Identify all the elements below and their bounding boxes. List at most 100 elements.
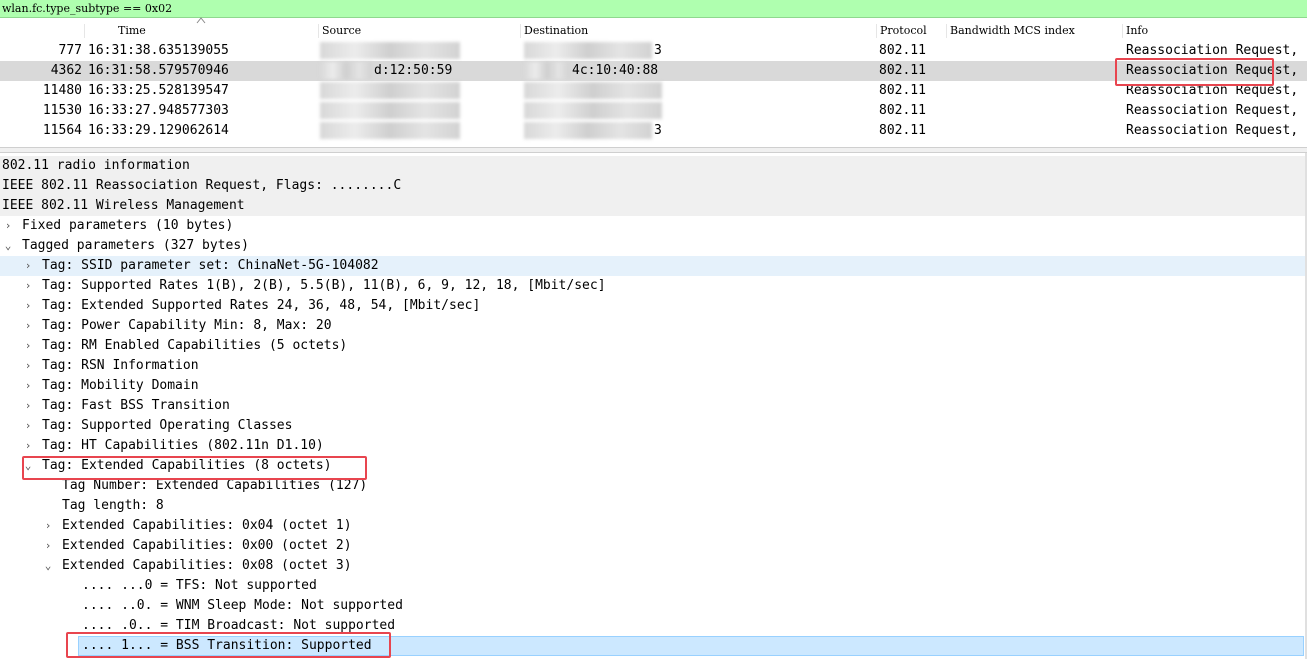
chevron-right-icon[interactable]: ›: [23, 396, 33, 416]
tree-item-rsn-info[interactable]: › Tag: RSN Information: [0, 356, 1305, 376]
tree-item-ext-supported-rates[interactable]: › Tag: Extended Supported Rates 24, 36, …: [0, 296, 1305, 316]
chevron-right-icon[interactable]: ›: [23, 376, 33, 396]
packet-source: d:12:50:59: [374, 63, 453, 78]
tree-item-label: Tag: Extended Supported Rates 24, 36, 48…: [42, 298, 481, 313]
tree-item-label: Extended Capabilities: 0x04 (octet 1): [62, 518, 352, 533]
chevron-right-icon[interactable]: ›: [23, 256, 33, 276]
tree-item-tag-number[interactable]: Tag Number: Extended Capabilities (127): [0, 476, 1305, 496]
packet-protocol: 802.11: [879, 103, 926, 118]
tree-item-bss-transition[interactable]: .... 1... = BSS Transition: Supported: [78, 636, 1304, 656]
tree-item-mobility-domain[interactable]: › Tag: Mobility Domain: [0, 376, 1305, 396]
tree-item-tagged-params[interactable]: ⌄ Tagged parameters (327 bytes): [0, 236, 1305, 256]
chevron-right-icon[interactable]: ›: [43, 516, 53, 536]
tree-item-radio-info[interactable]: 802.11 radio information: [0, 156, 1305, 176]
redacted-address: [320, 62, 372, 79]
tree-item-tfs[interactable]: .... ...0 = TFS: Not supported: [0, 576, 1305, 596]
tree-item-ext-cap-octet-3[interactable]: ⌄ Extended Capabilities: 0x08 (octet 3): [0, 556, 1305, 576]
packet-time: 16:33:29.129062614: [88, 123, 229, 138]
packet-info: Reassociation Request,: [1126, 123, 1299, 138]
tree-item-label: Tag Number: Extended Capabilities (127): [62, 478, 368, 493]
tree-item-label: Tag length: 8: [62, 498, 164, 513]
sort-ascending-icon[interactable]: [196, 16, 206, 24]
tree-item-rm-enabled[interactable]: › Tag: RM Enabled Capabilities (5 octets…: [0, 336, 1305, 356]
tree-item-label: .... .0.. = TIM Broadcast: Not supported: [82, 618, 396, 633]
tree-item-label: 802.11 radio information: [2, 158, 190, 173]
tree-item-wnm-sleep[interactable]: .... ..0. = WNM Sleep Mode: Not supporte…: [0, 596, 1305, 616]
chevron-right-icon[interactable]: ›: [23, 316, 33, 336]
chevron-down-icon[interactable]: ⌄: [43, 556, 53, 576]
chevron-down-icon[interactable]: ⌄: [3, 236, 13, 256]
tree-item-extended-capabilities[interactable]: ⌄ Tag: Extended Capabilities (8 octets): [0, 456, 1305, 476]
redacted-address: [320, 122, 460, 139]
tree-item-label: .... ..0. = WNM Sleep Mode: Not supporte…: [82, 598, 403, 613]
tree-item-wireless-management[interactable]: IEEE 802.11 Wireless Management: [0, 196, 1305, 216]
redacted-address: [524, 122, 652, 139]
redacted-address: [320, 42, 460, 59]
packet-protocol: 802.11: [879, 43, 926, 58]
tree-item-tag-length[interactable]: Tag length: 8: [0, 496, 1305, 516]
chevron-down-icon[interactable]: ⌄: [23, 456, 33, 476]
tree-item-supported-rates[interactable]: › Tag: Supported Rates 1(B), 2(B), 5.5(B…: [0, 276, 1305, 296]
tree-item-label: Tagged parameters (327 bytes): [22, 238, 249, 253]
packet-time: 16:33:25.528139547: [88, 83, 229, 98]
packet-protocol: 802.11: [879, 83, 926, 98]
packet-destination: 3: [654, 43, 662, 58]
tree-item-fast-bss[interactable]: › Tag: Fast BSS Transition: [0, 396, 1305, 416]
tree-item-label: Tag: SSID parameter set: ChinaNet-5G-104…: [42, 258, 379, 273]
tree-item-label: Tag: Supported Rates 1(B), 2(B), 5.5(B),…: [42, 278, 606, 293]
display-filter-text[interactable]: wlan.fc.type_subtype == 0x02: [2, 2, 172, 15]
tree-item-ht-capabilities[interactable]: › Tag: HT Capabilities (802.11n D1.10): [0, 436, 1305, 456]
packet-destination: 3: [654, 123, 662, 138]
redacted-address: [524, 62, 570, 79]
tree-item-label: Tag: Extended Capabilities (8 octets): [42, 458, 332, 473]
tree-item-label: Tag: HT Capabilities (802.11n D1.10): [42, 438, 324, 453]
tree-item-tim-broadcast[interactable]: .... .0.. = TIM Broadcast: Not supported: [0, 616, 1305, 636]
packet-time: 16:31:38.635139055: [88, 43, 229, 58]
packet-destination: 4c:10:40:88: [572, 63, 659, 78]
tree-item-label: Extended Capabilities: 0x00 (octet 2): [62, 538, 352, 553]
chevron-right-icon[interactable]: ›: [23, 296, 33, 316]
tree-item-operating-classes[interactable]: › Tag: Supported Operating Classes: [0, 416, 1305, 436]
packet-info: Reassociation Request,: [1126, 103, 1299, 118]
tree-item-label: IEEE 802.11 Wireless Management: [2, 198, 245, 213]
tree-item-ssid[interactable]: › Tag: SSID parameter set: ChinaNet-5G-1…: [0, 256, 1305, 276]
tree-item-label: Tag: Mobility Domain: [42, 378, 199, 393]
packet-row-selected[interactable]: 4362 16:31:58.579570946 d:12:50:59 4c:10…: [0, 61, 1307, 81]
redacted-address: [320, 82, 460, 99]
pane-splitter[interactable]: [0, 147, 1307, 153]
chevron-right-icon[interactable]: ›: [23, 276, 33, 296]
packet-number: 4362: [50, 63, 82, 78]
tree-item-ext-cap-octet-1[interactable]: › Extended Capabilities: 0x04 (octet 1): [0, 516, 1305, 536]
column-header-time[interactable]: Time: [118, 22, 146, 40]
tree-item-power-capability[interactable]: › Tag: Power Capability Min: 8, Max: 20: [0, 316, 1305, 336]
packet-info: Reassociation Request,: [1126, 43, 1299, 58]
redacted-address: [524, 42, 652, 59]
tree-item-ext-cap-octet-2[interactable]: › Extended Capabilities: 0x00 (octet 2): [0, 536, 1305, 556]
packet-list-header: Time Source Destination Protocol Bandwid…: [0, 22, 1307, 40]
packet-time: 16:31:58.579570946: [88, 63, 229, 78]
packet-number: 11480: [42, 83, 82, 98]
column-header-destination[interactable]: Destination: [524, 22, 588, 40]
tree-item-label: Tag: Fast BSS Transition: [42, 398, 230, 413]
packet-row[interactable]: 11564 16:33:29.129062614 3 802.11 Reasso…: [0, 121, 1307, 141]
packet-info: Reassociation Request,: [1126, 83, 1299, 98]
tree-item-label: Tag: RSN Information: [42, 358, 199, 373]
chevron-right-icon[interactable]: ›: [3, 216, 13, 236]
chevron-right-icon[interactable]: ›: [23, 416, 33, 436]
tree-item-fixed-params[interactable]: › Fixed parameters (10 bytes): [0, 216, 1305, 236]
column-header-bandwidth[interactable]: Bandwidth MCS index: [950, 22, 1075, 40]
chevron-right-icon[interactable]: ›: [23, 436, 33, 456]
packet-info: Reassociation Request,: [1126, 63, 1299, 78]
packet-row[interactable]: 777 16:31:38.635139055 3 802.11 Reassoci…: [0, 41, 1307, 61]
tree-item-reassoc-request[interactable]: IEEE 802.11 Reassociation Request, Flags…: [0, 176, 1305, 196]
tree-item-label: Fixed parameters (10 bytes): [22, 218, 234, 233]
chevron-right-icon[interactable]: ›: [43, 536, 53, 556]
redacted-address: [524, 102, 662, 119]
chevron-right-icon[interactable]: ›: [23, 336, 33, 356]
packet-number: 777: [58, 43, 82, 58]
column-header-source[interactable]: Source: [322, 22, 361, 40]
redacted-address: [524, 82, 662, 99]
column-header-info[interactable]: Info: [1126, 22, 1148, 40]
column-header-protocol[interactable]: Protocol: [880, 22, 927, 40]
chevron-right-icon[interactable]: ›: [23, 356, 33, 376]
